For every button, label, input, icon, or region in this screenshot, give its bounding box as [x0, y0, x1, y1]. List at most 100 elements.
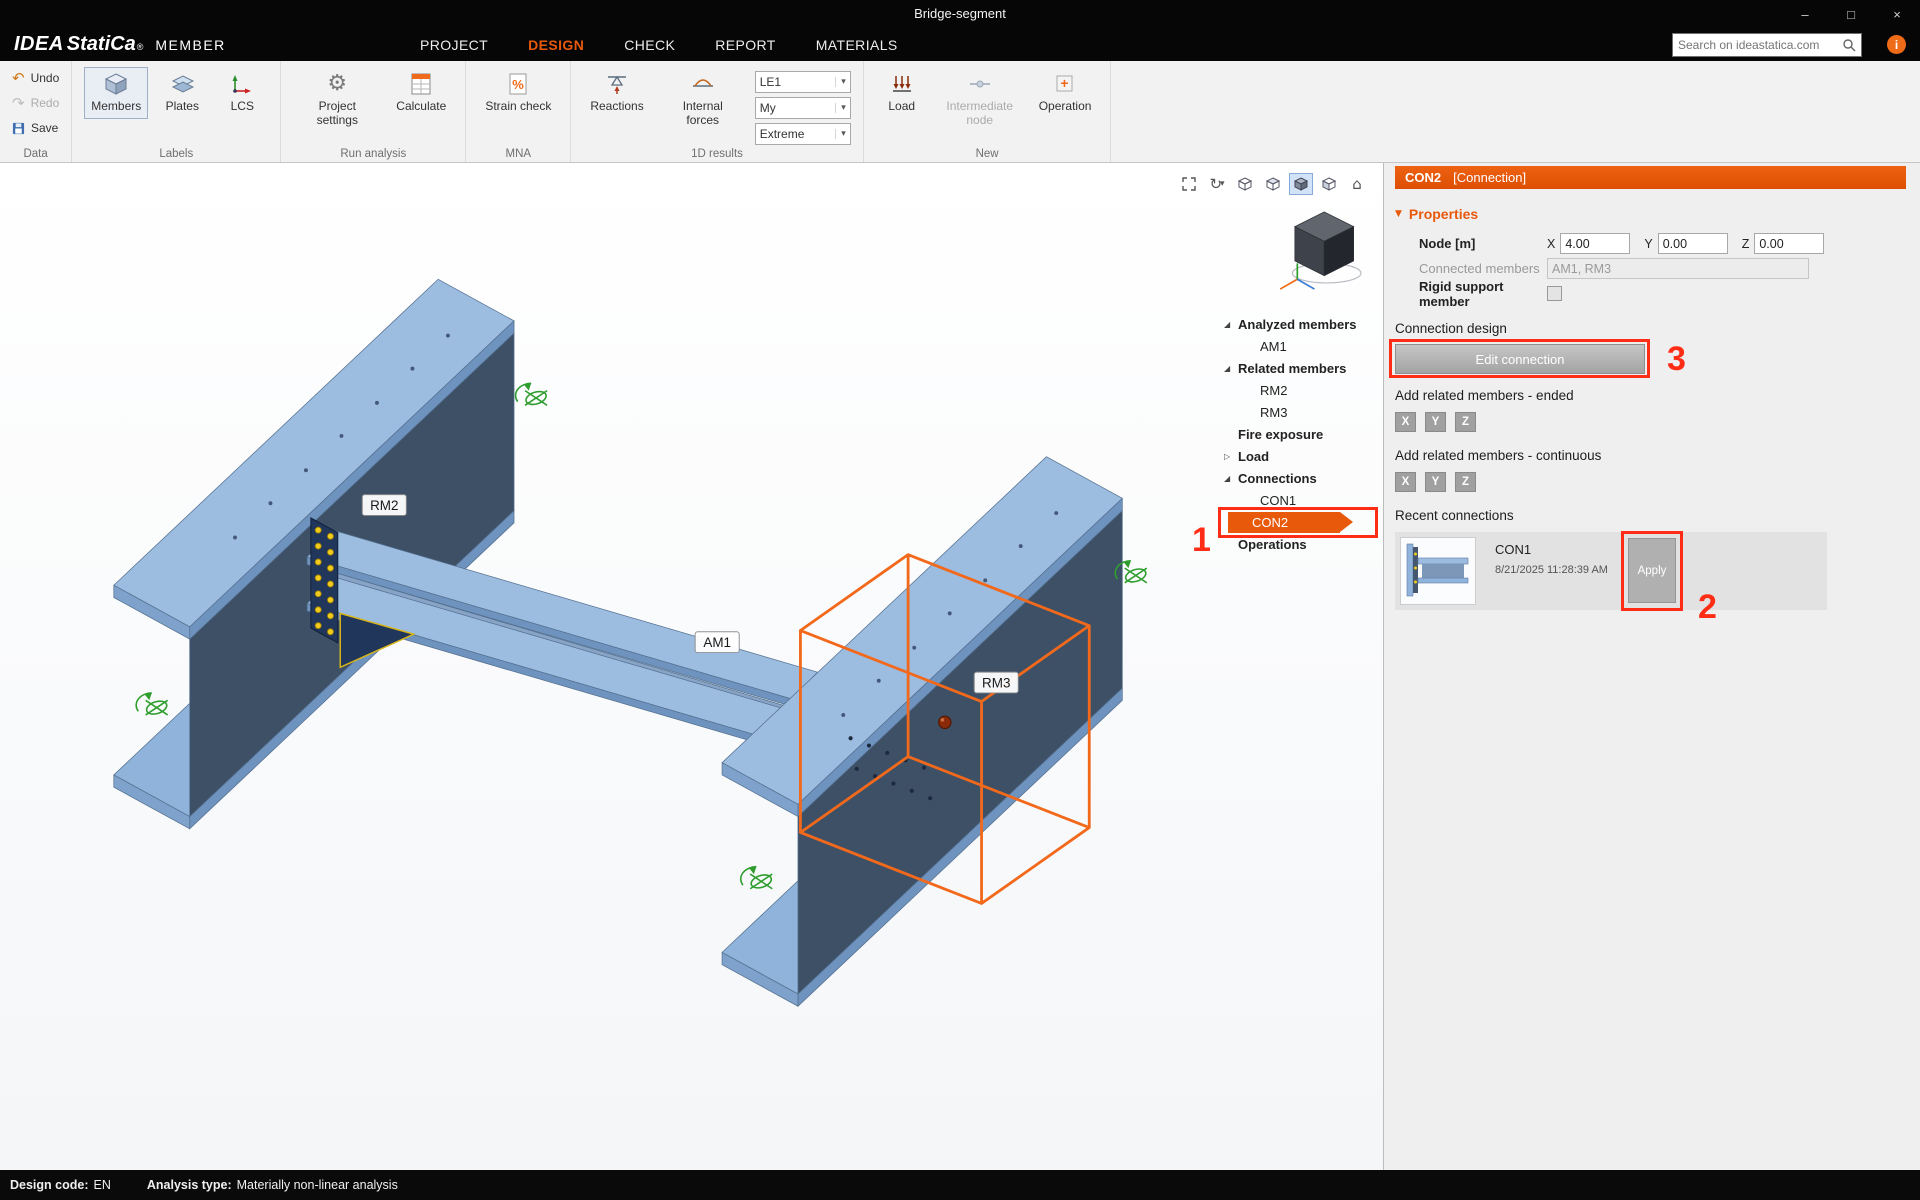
status-design-code: Design code: EN	[10, 1178, 111, 1192]
connection-node-point[interactable]	[939, 716, 951, 728]
status-analysis-type: Analysis type:Materially non-linear anal…	[147, 1178, 398, 1192]
node-y-field[interactable]	[1658, 233, 1728, 254]
project-settings-button[interactable]: ⚙ Project settings	[293, 67, 381, 133]
edit-connection-button[interactable]: Edit connection	[1395, 344, 1645, 374]
undo-button[interactable]: ↶ Undo	[12, 67, 59, 89]
tree-label: AM1	[1260, 339, 1287, 354]
add-ended-y-button[interactable]: Y	[1425, 412, 1446, 432]
transparent-cube-icon	[1321, 176, 1337, 192]
load-button[interactable]: Load	[876, 67, 928, 119]
tree-expand-icon[interactable]: ◢	[1222, 320, 1238, 329]
view-solid-button[interactable]	[1289, 173, 1313, 195]
tree-item-con1[interactable]: CON1	[1222, 489, 1382, 511]
ribbon-group-run-analysis: ⚙ Project settings Calculate Run analysi…	[281, 61, 466, 162]
home-view-button[interactable]: ⌂	[1345, 173, 1369, 195]
add-continuous-heading: Add related members - continuous	[1395, 448, 1906, 463]
tree-expand-icon[interactable]: ◢	[1222, 364, 1238, 373]
view-transparent-button[interactable]	[1317, 173, 1341, 195]
tree-item-connections[interactable]: ◢ Connections	[1222, 467, 1382, 489]
add-continuous-x-button[interactable]: X	[1395, 472, 1416, 492]
save-button[interactable]: Save	[12, 117, 59, 139]
viewport-3d[interactable]: RM2 AM1 RM3	[0, 163, 1384, 1170]
node-z-field[interactable]	[1754, 233, 1824, 254]
search-icon[interactable]	[1842, 38, 1856, 52]
tree-item-am1[interactable]: AM1	[1222, 335, 1382, 357]
search-input[interactable]	[1678, 38, 1842, 52]
tab-report[interactable]: REPORT	[715, 37, 776, 53]
scene-3d[interactable]: RM2 AM1 RM3	[0, 163, 1383, 1169]
close-button[interactable]: ×	[1874, 0, 1920, 28]
add-continuous-y-button[interactable]: Y	[1425, 472, 1446, 492]
tree-item-con2[interactable]: CON2	[1222, 511, 1382, 533]
view-shaded-button[interactable]	[1261, 173, 1285, 195]
ribbon-group-data: ↶ Undo ↷ Redo Save Data	[0, 61, 72, 162]
operation-button[interactable]: + Operation	[1032, 67, 1099, 119]
node-coordinates-row: Node [m] X Y Z	[1395, 231, 1906, 256]
title-bar: Bridge-segment – □ ×	[0, 0, 1920, 28]
navigation-cube[interactable]	[1280, 212, 1361, 289]
panel-header-title: CON2	[1405, 170, 1441, 185]
lcs-button[interactable]: LCS	[216, 67, 268, 119]
properties-section-header[interactable]: ▼ Properties	[1395, 205, 1906, 223]
plates-button[interactable]: Plates	[156, 67, 208, 119]
group-label-labels: Labels	[72, 148, 280, 160]
design-code-label: Design code:	[10, 1178, 89, 1192]
tree-label: RM3	[1260, 405, 1287, 420]
strain-check-label: Strain check	[485, 100, 551, 114]
svg-text:AM1: AM1	[703, 635, 731, 650]
tree-item-rm2[interactable]: RM2	[1222, 379, 1382, 401]
undo-label: Undo	[31, 71, 60, 85]
tree-collapse-icon[interactable]: ▷	[1222, 452, 1238, 461]
view-wireframe-button[interactable]	[1233, 173, 1257, 195]
add-ended-buttons: X Y Z	[1395, 412, 1906, 432]
internal-forces-button[interactable]: Internal forces	[659, 67, 747, 133]
ribbon: ↶ Undo ↷ Redo Save Data	[0, 61, 1920, 163]
redo-button[interactable]: ↷ Redo	[12, 92, 59, 114]
tab-project[interactable]: PROJECT	[420, 37, 488, 53]
chevron-down-icon: ▾	[835, 129, 846, 139]
tree-item-rm3[interactable]: RM3	[1222, 401, 1382, 423]
strain-check-button[interactable]: % Strain check	[478, 67, 558, 119]
logo-idea: IDEA	[14, 33, 64, 56]
node-x-field[interactable]	[1560, 233, 1630, 254]
add-continuous-z-button[interactable]: Z	[1455, 472, 1476, 492]
operation-icon: +	[1052, 72, 1078, 96]
design-code-value: EN	[94, 1178, 111, 1192]
intermediate-node-label: Intermediate node	[943, 100, 1017, 128]
minimize-button[interactable]: –	[1782, 0, 1828, 28]
calculate-button[interactable]: Calculate	[389, 67, 453, 119]
tab-design[interactable]: DESIGN	[528, 37, 584, 53]
extreme-select[interactable]: Extreme ▾	[755, 123, 851, 145]
annotation-number-2: 2	[1698, 588, 1717, 627]
fit-view-button[interactable]	[1177, 173, 1201, 195]
intermediate-node-button[interactable]: Intermediate node	[936, 67, 1024, 133]
tab-check[interactable]: CHECK	[624, 37, 675, 53]
calculate-icon	[408, 72, 434, 96]
right-beam[interactable]	[722, 457, 1122, 1007]
tree-item-fire-exposure[interactable]: Fire exposure	[1222, 423, 1382, 445]
tree-item-related-members[interactable]: ◢ Related members	[1222, 357, 1382, 379]
tree-expand-icon[interactable]: ◢	[1222, 474, 1238, 483]
add-ended-x-button[interactable]: X	[1395, 412, 1416, 432]
rotate-view-button[interactable]: ↻ ▾	[1205, 173, 1229, 195]
members-button[interactable]: Members	[84, 67, 148, 119]
tree-label: Connections	[1238, 471, 1317, 486]
load-case-select[interactable]: LE1 ▾	[755, 71, 851, 93]
maximize-button[interactable]: □	[1828, 0, 1874, 28]
tree-item-load[interactable]: ▷ Load	[1222, 445, 1382, 467]
tree-item-con2-selected[interactable]: CON2	[1228, 512, 1340, 533]
tree-item-analyzed-members[interactable]: ◢ Analyzed members	[1222, 313, 1382, 335]
search-box	[1672, 33, 1862, 57]
tree-item-operations[interactable]: Operations	[1222, 533, 1382, 555]
svg-text:%: %	[513, 77, 525, 92]
svg-text:+: +	[1060, 75, 1068, 91]
info-icon[interactable]: i	[1887, 35, 1906, 54]
apply-button[interactable]: Apply	[1628, 538, 1676, 603]
tab-materials[interactable]: MATERIALS	[816, 37, 898, 53]
rigid-support-checkbox[interactable]	[1547, 286, 1562, 301]
tree-label: CON2	[1252, 515, 1288, 530]
collapse-section-icon[interactable]: ▼	[1395, 209, 1402, 219]
reactions-button[interactable]: Reactions	[583, 67, 650, 119]
component-select[interactable]: My ▾	[755, 97, 851, 119]
add-ended-z-button[interactable]: Z	[1455, 412, 1476, 432]
